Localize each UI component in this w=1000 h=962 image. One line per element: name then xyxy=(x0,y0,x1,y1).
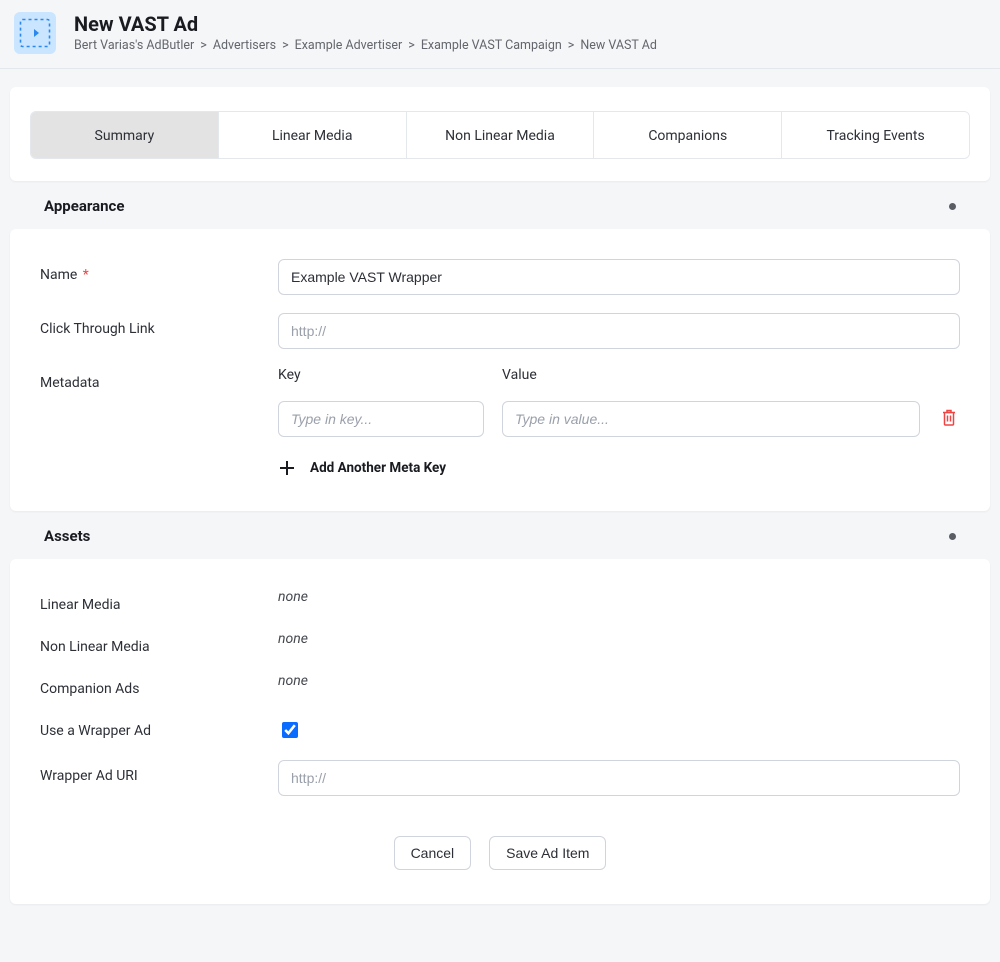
trash-icon xyxy=(941,408,957,430)
save-button[interactable]: Save Ad Item xyxy=(489,836,606,870)
section-assets-header[interactable]: Assets xyxy=(10,511,990,559)
cancel-button[interactable]: Cancel xyxy=(394,836,472,870)
add-meta-label: Add Another Meta Key xyxy=(310,460,446,476)
tabs-card: Summary Linear Media Non Linear Media Co… xyxy=(10,87,990,181)
crumb-advertisers[interactable]: Advertisers xyxy=(213,38,276,53)
name-input[interactable] xyxy=(278,259,960,295)
chevron-right-icon: > xyxy=(408,38,415,53)
label-click-through: Click Through Link xyxy=(40,321,155,337)
chevron-right-icon: > xyxy=(568,38,575,53)
meta-key-header: Key xyxy=(278,367,484,383)
label-nonlinear-media: Non Linear Media xyxy=(40,631,278,655)
meta-value-input[interactable] xyxy=(502,401,920,437)
crumb-campaign[interactable]: Example VAST Campaign xyxy=(421,38,562,53)
assets-panel: Linear Media none Non Linear Media none … xyxy=(10,559,990,904)
value-companion-ads: none xyxy=(278,673,308,689)
tab-summary[interactable]: Summary xyxy=(31,112,219,158)
delete-meta-button[interactable] xyxy=(938,401,960,437)
label-metadata: Metadata xyxy=(40,375,100,391)
tab-tracking-events[interactable]: Tracking Events xyxy=(782,112,969,158)
vast-ad-icon xyxy=(14,12,56,54)
chevron-right-icon: > xyxy=(282,38,289,53)
collapse-dot-icon xyxy=(949,533,956,540)
required-indicator: * xyxy=(83,267,89,283)
page-title: New VAST Ad xyxy=(74,12,657,36)
tab-linear-media[interactable]: Linear Media xyxy=(219,112,407,158)
value-nonlinear-media: none xyxy=(278,631,308,647)
collapse-dot-icon xyxy=(949,203,956,210)
label-wrapper-uri: Wrapper Ad URI xyxy=(40,760,278,784)
wrapper-uri-input[interactable] xyxy=(278,760,960,796)
label-wrapper-ad: Use a Wrapper Ad xyxy=(40,715,278,739)
plus-icon xyxy=(278,459,296,477)
section-title-appearance: Appearance xyxy=(44,197,124,215)
breadcrumb: Bert Varias's AdButler > Advertisers > E… xyxy=(74,38,657,53)
label-linear-media: Linear Media xyxy=(40,589,278,613)
tabstrip: Summary Linear Media Non Linear Media Co… xyxy=(30,111,970,159)
value-linear-media: none xyxy=(278,589,308,605)
crumb-advertiser[interactable]: Example Advertiser xyxy=(295,38,403,53)
crumb-current[interactable]: New VAST Ad xyxy=(580,38,657,53)
page-header: New VAST Ad Bert Varias's AdButler > Adv… xyxy=(0,0,1000,69)
wrapper-ad-checkbox[interactable] xyxy=(282,722,298,738)
chevron-right-icon: > xyxy=(200,38,207,53)
add-meta-button[interactable]: Add Another Meta Key xyxy=(278,459,960,477)
label-name: Name xyxy=(40,267,77,283)
section-title-assets: Assets xyxy=(44,527,90,545)
click-through-input[interactable] xyxy=(278,313,960,349)
appearance-panel: Name * Click Through Link Metadata xyxy=(10,229,990,511)
section-appearance-header[interactable]: Appearance xyxy=(10,181,990,229)
meta-key-input[interactable] xyxy=(278,401,484,437)
tab-companions[interactable]: Companions xyxy=(594,112,782,158)
tab-non-linear-media[interactable]: Non Linear Media xyxy=(407,112,595,158)
crumb-root[interactable]: Bert Varias's AdButler xyxy=(74,38,194,53)
label-companion-ads: Companion Ads xyxy=(40,673,278,697)
meta-value-header: Value xyxy=(502,367,960,383)
